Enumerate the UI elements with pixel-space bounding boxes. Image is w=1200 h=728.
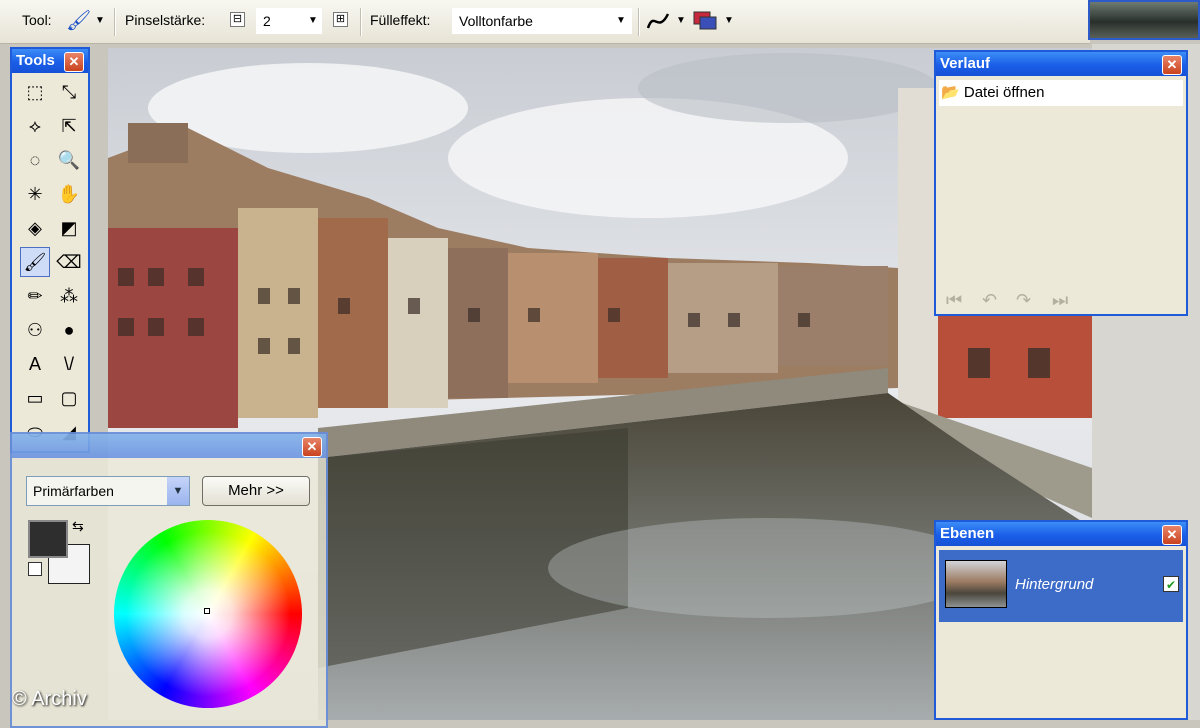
tools-close-button[interactable]: ✕ [64, 52, 84, 72]
undo-icon[interactable]: ↶ [982, 290, 997, 311]
paintbrush-icon[interactable]: 🖌 [66, 8, 91, 33]
eraser-icon[interactable]: ⌫ [54, 247, 84, 277]
reset-colors-icon[interactable] [28, 562, 42, 576]
line-curve-icon[interactable]: \/ [54, 349, 84, 379]
pencil-icon[interactable]: ✏ [20, 281, 50, 311]
redo-icon[interactable]: ↷ [1016, 290, 1031, 311]
blend-dropdown-arrow[interactable]: ▼ [724, 15, 734, 26]
rounded-rectangle-icon[interactable]: ▢ [54, 383, 84, 413]
move-selection-icon[interactable]: ⤡ [54, 77, 84, 107]
brush-size-value: 2 [263, 13, 271, 29]
layer-visible-checkbox[interactable]: ✔ [1163, 576, 1179, 592]
history-item-label: Datei öffnen [963, 84, 1045, 101]
blend-mode-icon[interactable] [692, 10, 718, 32]
fill-dropdown-arrow[interactable]: ▼ [616, 15, 626, 26]
lasso-select-icon[interactable]: ⟡ [20, 111, 50, 141]
tool-dropdown-arrow[interactable]: ▼ [95, 15, 105, 26]
colors-title-bar[interactable] [12, 434, 326, 458]
more-button[interactable]: Mehr >> [202, 476, 310, 506]
gradient-icon[interactable]: ◩ [54, 213, 84, 243]
fill-select[interactable]: Volltonfarbe [452, 8, 632, 34]
colors-close-button[interactable]: ✕ [302, 437, 322, 457]
color-picker-icon[interactable]: ⁂ [54, 281, 84, 311]
color-wheel-cursor[interactable] [204, 608, 210, 614]
brush-size-dropdown-arrow[interactable]: ▼ [308, 15, 318, 26]
ellipse-select-icon[interactable]: ◌ [20, 145, 50, 175]
undo-all-icon[interactable]: ⏮ [946, 290, 962, 311]
fill-label: Fülleffekt: [370, 12, 431, 28]
history-title: Verlauf [940, 55, 991, 72]
zoom-icon[interactable]: 🔍 [54, 145, 84, 175]
history-close-button[interactable]: ✕ [1162, 55, 1182, 75]
recolor-icon[interactable]: ● [54, 315, 84, 345]
watermark: © Archiv [12, 688, 87, 710]
brush-decrease-button[interactable]: ⊟ [230, 12, 245, 27]
layer-thumbnail [945, 560, 1007, 608]
layers-title: Ebenen [940, 525, 995, 542]
swap-colors-icon[interactable]: ⇆ [72, 518, 84, 535]
history-window[interactable]: Verlauf ✕ 📂 Datei öffnen ⏮ ↶ ↷ ⏭ [934, 50, 1188, 316]
history-item[interactable]: 📂 Datei öffnen [941, 82, 1044, 104]
paintbrush-icon[interactable]: 🖌 [20, 247, 50, 277]
image-tab-thumbnail[interactable] [1088, 0, 1200, 40]
separator [638, 8, 640, 36]
palette-select-value: Primärfarben [33, 483, 114, 499]
history-list: 📂 Datei öffnen [939, 80, 1183, 106]
separator [114, 8, 116, 36]
move-selected-icon[interactable]: ⇱ [54, 111, 84, 141]
main-toolbar: Tool: 🖌 ▼ Pinselstärke: ⊟ 2 ▼ ⊞ Fülleffe… [0, 0, 1090, 44]
paint-bucket-icon[interactable]: ◈ [20, 213, 50, 243]
chevron-down-icon[interactable]: ▼ [167, 477, 189, 505]
rectangle-select-icon[interactable]: ⬚ [20, 77, 50, 107]
brush-size-label: Pinselstärke: [125, 12, 206, 28]
antialias-curve-icon[interactable] [646, 10, 670, 32]
layers-close-button[interactable]: ✕ [1162, 525, 1182, 545]
separator [360, 8, 362, 36]
redo-all-icon[interactable]: ⏭ [1052, 290, 1068, 311]
layers-title-bar[interactable]: Ebenen [936, 522, 1186, 546]
text-icon[interactable]: A [20, 349, 50, 379]
color-wheel[interactable] [114, 520, 302, 708]
fill-select-value: Volltonfarbe [459, 13, 533, 29]
folder-open-icon: 📂 [941, 84, 960, 101]
primary-color-swatch[interactable] [28, 520, 68, 558]
tools-window[interactable]: Tools ✕ ⬚⤡⟡⇱◌🔍✳✋◈◩🖌⌫✏⁂⚇●A\/▭▢⬭◢ [10, 47, 90, 453]
history-title-bar[interactable]: Verlauf [936, 52, 1186, 76]
colors-window[interactable]: ✕ Primärfarben ▼ Mehr >> ⇆ [10, 432, 328, 728]
tool-label: Tool: [22, 12, 52, 28]
pan-icon[interactable]: ✋ [54, 179, 84, 209]
rectangle-icon[interactable]: ▭ [20, 383, 50, 413]
layer-name: Hintergrund [1015, 576, 1094, 593]
antialias-dropdown-arrow[interactable]: ▼ [676, 15, 686, 26]
magic-wand-icon[interactable]: ✳ [20, 179, 50, 209]
layers-window[interactable]: Ebenen ✕ Hintergrund ✔ [934, 520, 1188, 720]
palette-select[interactable]: Primärfarben ▼ [26, 476, 190, 506]
clone-stamp-icon[interactable]: ⚇ [20, 315, 50, 345]
layer-row[interactable]: Hintergrund ✔ [939, 550, 1183, 622]
tools-title: Tools [16, 52, 55, 69]
brush-increase-button[interactable]: ⊞ [333, 12, 348, 27]
